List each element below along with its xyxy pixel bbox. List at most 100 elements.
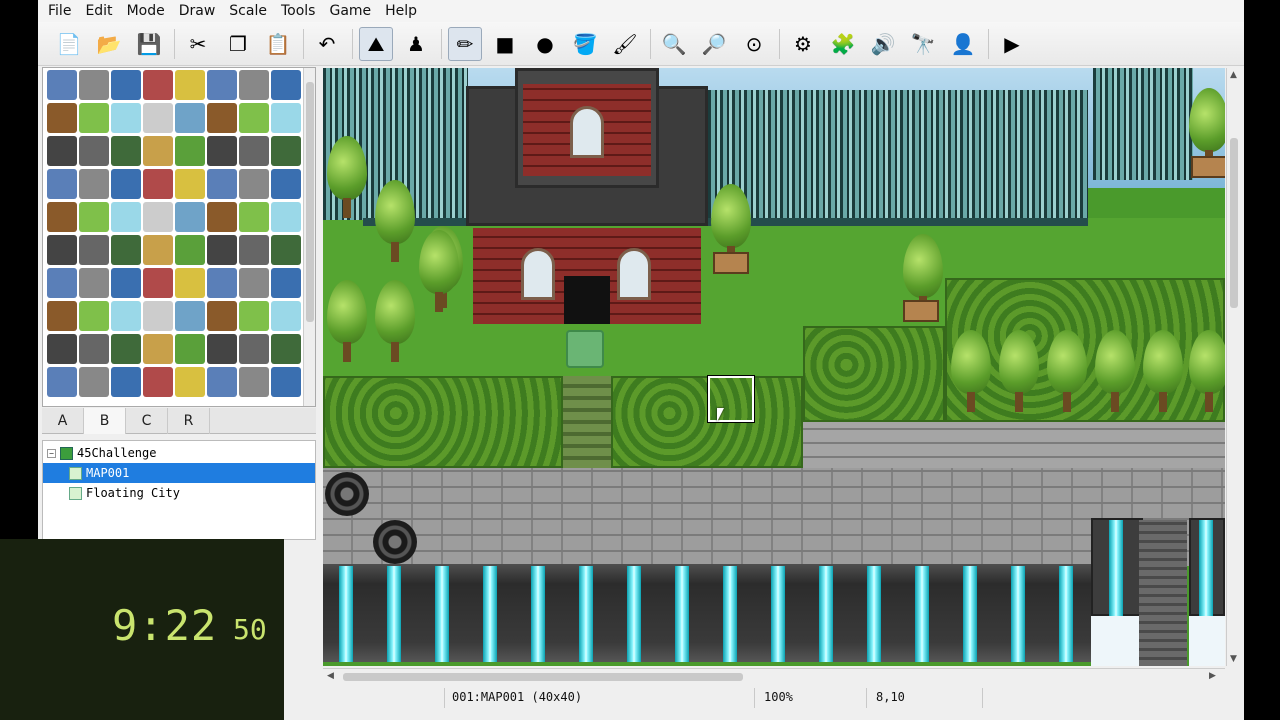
copy-button[interactable]: ❐ [221,27,255,61]
menu-mode[interactable]: Mode [121,1,171,21]
tileset-tile[interactable] [143,301,173,331]
palette-scrollbar[interactable] [303,68,315,406]
tileset-tile[interactable] [207,334,237,364]
scroll-down-icon[interactable]: ▼ [1230,654,1237,664]
tileset-tile[interactable] [271,268,301,298]
tileset-tile[interactable] [79,235,109,265]
menu-draw[interactable]: Draw [173,1,222,21]
map-vscroll-thumb[interactable] [1230,138,1238,308]
actual-size-button[interactable]: ⊙ [737,27,771,61]
playtest-button[interactable]: ▶ [995,27,1029,61]
menu-edit[interactable]: Edit [79,1,118,21]
tileset-tile[interactable] [47,136,77,166]
scroll-up-icon[interactable]: ▲ [1230,70,1237,80]
tileset-tile[interactable] [175,301,205,331]
tileset-tile[interactable] [143,367,173,397]
tileset-tile[interactable] [239,70,269,100]
tree-item-project[interactable]: − 45Challenge [43,443,315,463]
tileset-tile[interactable] [207,103,237,133]
pencil-button[interactable]: ✏ [448,26,482,61]
tileset-tile[interactable] [239,202,269,232]
tileset-tile[interactable] [175,103,205,133]
tileset-tile[interactable] [111,235,141,265]
tab-a[interactable]: A [42,408,84,434]
scroll-left-icon[interactable]: ◀ [327,671,334,681]
map-canvas[interactable] [323,68,1225,666]
palette-scroll-thumb[interactable] [306,82,314,322]
tileset-tile[interactable] [47,70,77,100]
event-mode-button[interactable]: ♟ [399,27,433,61]
menu-file[interactable]: File [42,1,77,21]
menu-help[interactable]: Help [379,1,423,21]
collapse-icon[interactable]: − [47,448,56,458]
tileset-tile[interactable] [239,301,269,331]
tileset-tile[interactable] [47,367,77,397]
tileset-tile[interactable] [239,169,269,199]
tileset-tile[interactable] [111,301,141,331]
tileset-tile[interactable] [111,136,141,166]
tree-item-floating-city[interactable]: Floating City [43,483,315,503]
undo-button[interactable]: ↶ [310,27,344,61]
tileset-tile[interactable] [47,169,77,199]
tileset-tile[interactable] [47,334,77,364]
open-project-button[interactable]: 📂 [92,27,126,61]
ellipse-button[interactable]: ● [528,27,562,61]
tileset-tile[interactable] [207,169,237,199]
tileset-tile[interactable] [143,334,173,364]
zoom-in-button[interactable]: 🔍 [657,27,691,61]
tileset-tile[interactable] [79,70,109,100]
tileset-tile[interactable] [111,367,141,397]
map-vertical-scrollbar[interactable]: ▲ ▼ [1226,68,1241,666]
tileset-tile[interactable] [47,103,77,133]
tileset-tile[interactable] [79,169,109,199]
tileset-tile[interactable] [143,169,173,199]
tileset-tile[interactable] [239,334,269,364]
tileset-tile[interactable] [47,268,77,298]
character-generator-button[interactable]: 👤 [946,27,980,61]
map-horizontal-scrollbar[interactable]: ◀ ▶ [323,668,1225,684]
tileset-tile[interactable] [207,301,237,331]
tileset-tile[interactable] [79,136,109,166]
tileset-tile[interactable] [239,103,269,133]
rectangle-button[interactable]: ■ [488,27,522,61]
cut-button[interactable]: ✂ [181,27,215,61]
tileset-tile[interactable] [111,169,141,199]
new-project-button[interactable]: 📄 [52,27,86,61]
tileset-tile[interactable] [207,268,237,298]
tab-b[interactable]: B [84,408,126,434]
tileset-tile[interactable] [143,103,173,133]
event-searcher-button[interactable]: 🔭 [906,27,940,61]
tileset-tile[interactable] [175,70,205,100]
tileset-tile[interactable] [47,235,77,265]
tileset-tile[interactable] [271,367,301,397]
tileset-tile[interactable] [143,136,173,166]
tileset-tile[interactable] [175,367,205,397]
tileset-tile[interactable] [271,103,301,133]
tileset-tile[interactable] [207,70,237,100]
fill-button[interactable]: 🪣 [568,27,602,61]
tileset-tile[interactable] [207,367,237,397]
tileset-tile[interactable] [175,136,205,166]
tileset-tile[interactable] [79,103,109,133]
tileset-tile[interactable] [207,202,237,232]
tileset-tile[interactable] [143,268,173,298]
menu-scale[interactable]: Scale [223,1,273,21]
tileset-tile[interactable] [79,268,109,298]
tileset-tile[interactable] [271,136,301,166]
database-button[interactable]: ⚙ [786,27,820,61]
tileset-palette[interactable] [42,67,316,407]
shadow-pen-button[interactable]: 🖌 [608,27,642,61]
tileset-tile[interactable] [175,202,205,232]
tileset-tile[interactable] [207,136,237,166]
tileset-tile[interactable] [271,70,301,100]
tileset-tile[interactable] [143,235,173,265]
save-project-button[interactable]: 💾 [132,27,166,61]
tileset-tile[interactable] [175,169,205,199]
tileset-tile[interactable] [271,235,301,265]
sound-test-button[interactable]: 🔊 [866,27,900,61]
tileset-tile[interactable] [111,70,141,100]
tileset-tile[interactable] [79,202,109,232]
menu-game[interactable]: Game [323,1,377,21]
tileset-tile[interactable] [111,268,141,298]
tileset-tile[interactable] [79,367,109,397]
